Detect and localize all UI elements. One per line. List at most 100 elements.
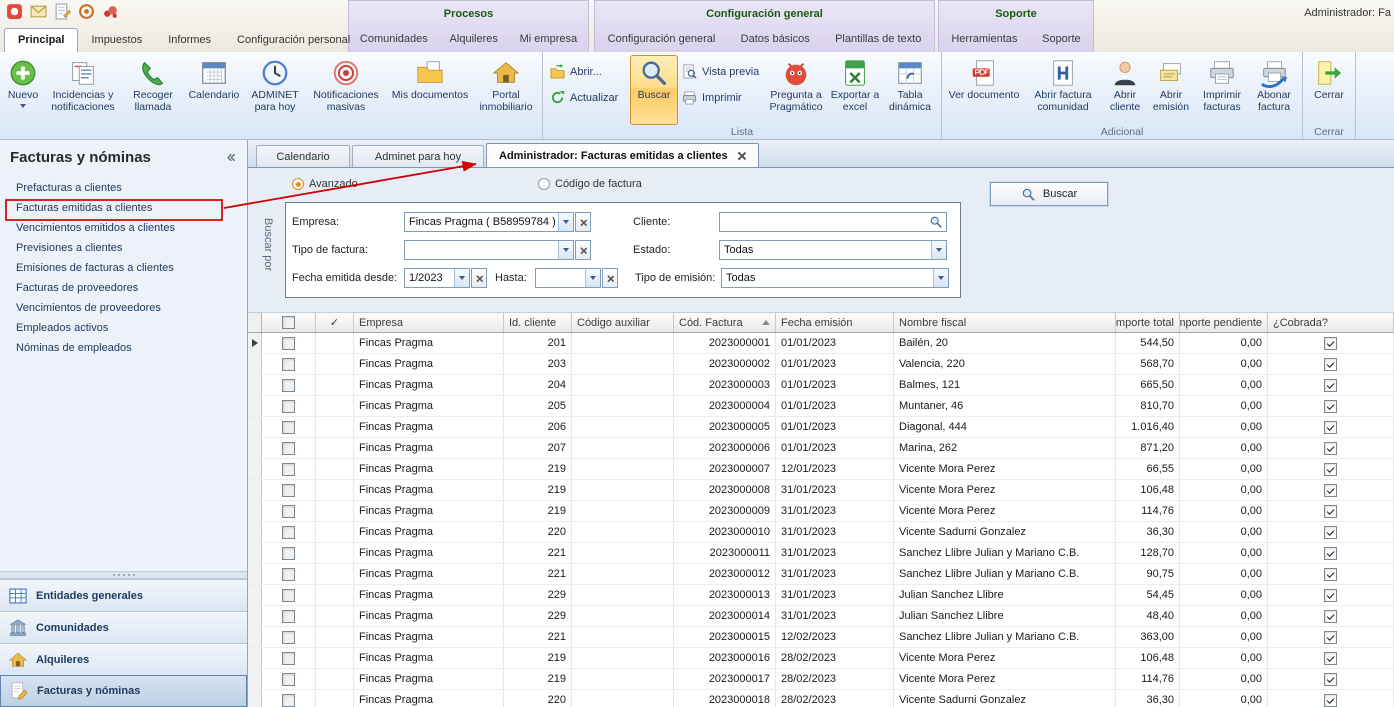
cell-cobrada[interactable] bbox=[1268, 333, 1394, 353]
column-header-empresa[interactable]: Empresa bbox=[354, 313, 504, 332]
table-row[interactable]: Fincas Pragma 229 2023000014 31/01/2023 … bbox=[248, 606, 1394, 627]
header-check-cell[interactable]: ✓ bbox=[316, 313, 354, 332]
table-row[interactable]: Fincas Pragma 221 2023000011 31/01/2023 … bbox=[248, 543, 1394, 564]
row-checkbox[interactable] bbox=[282, 547, 295, 560]
sidebar-item[interactable]: Prefacturas a clientes bbox=[16, 178, 247, 198]
select-all-checkbox[interactable] bbox=[282, 316, 295, 329]
imprimir-facturas-button[interactable]: Imprimir facturas bbox=[1195, 55, 1249, 125]
row-checkbox[interactable] bbox=[282, 610, 295, 623]
table-row[interactable]: Fincas Pragma 201 2023000001 01/01/2023 … bbox=[248, 333, 1394, 354]
cobrada-checkbox[interactable] bbox=[1324, 505, 1337, 518]
cobrada-checkbox[interactable] bbox=[1324, 463, 1337, 476]
ribbon-tab[interactable]: Mi empresa bbox=[516, 31, 581, 47]
sidebar-item[interactable]: Empleados activos bbox=[16, 318, 247, 338]
row-select-cell[interactable] bbox=[262, 417, 316, 437]
nav-comunidades[interactable]: Comunidades bbox=[0, 611, 247, 643]
cobrada-checkbox[interactable] bbox=[1324, 379, 1337, 392]
row-checkbox[interactable] bbox=[282, 673, 295, 686]
abrir-emision-button[interactable]: Abrir emisión bbox=[1147, 55, 1195, 125]
hot-alert-icon[interactable] bbox=[102, 3, 119, 20]
clear-icon[interactable] bbox=[471, 268, 487, 288]
portal-inmobiliario-button[interactable]: Portal inmobiliario bbox=[473, 55, 539, 125]
table-row[interactable]: Fincas Pragma 221 2023000015 12/02/2023 … bbox=[248, 627, 1394, 648]
column-header-nombre-fiscal[interactable]: Nombre fiscal bbox=[894, 313, 1116, 332]
column-header-importe-total[interactable]: Importe total bbox=[1116, 313, 1180, 332]
target-icon[interactable] bbox=[78, 3, 95, 20]
buscar-ribbon-button[interactable]: Buscar bbox=[630, 55, 678, 125]
table-row[interactable]: Fincas Pragma 203 2023000002 01/01/2023 … bbox=[248, 354, 1394, 375]
row-select-cell[interactable] bbox=[262, 396, 316, 416]
cell-cobrada[interactable] bbox=[1268, 585, 1394, 605]
nav-alquileres[interactable]: Alquileres bbox=[0, 643, 247, 675]
abonar-factura-button[interactable]: Abonar factura bbox=[1249, 55, 1299, 125]
dropdown-icon[interactable] bbox=[585, 269, 600, 287]
row-checkbox[interactable] bbox=[282, 421, 295, 434]
sidebar-splitter[interactable] bbox=[0, 571, 247, 579]
cobrada-checkbox[interactable] bbox=[1324, 442, 1337, 455]
row-checkbox[interactable] bbox=[282, 442, 295, 455]
cell-cobrada[interactable] bbox=[1268, 627, 1394, 647]
pregunta-pragmatico-button[interactable]: Pregunta a Pragmático bbox=[764, 55, 828, 125]
column-header-cod-factura[interactable]: Cód. Factura bbox=[674, 313, 776, 332]
sidebar-item[interactable]: Nóminas de empleados bbox=[16, 338, 247, 358]
app-logo-icon[interactable] bbox=[6, 3, 23, 20]
cell-cobrada[interactable] bbox=[1268, 417, 1394, 437]
row-select-cell[interactable] bbox=[262, 522, 316, 542]
row-checkbox[interactable] bbox=[282, 337, 295, 350]
cerrar-button[interactable]: Cerrar bbox=[1306, 55, 1352, 125]
cobrada-checkbox[interactable] bbox=[1324, 421, 1337, 434]
table-row[interactable]: Fincas Pragma 219 2023000007 12/01/2023 … bbox=[248, 459, 1394, 480]
nav-facturas-nominas[interactable]: Facturas y nóminas bbox=[0, 675, 247, 707]
row-select-cell[interactable] bbox=[262, 669, 316, 689]
hasta-combo[interactable] bbox=[535, 268, 601, 288]
nav-entidades-generales[interactable]: Entidades generales bbox=[0, 579, 247, 611]
row-checkbox[interactable] bbox=[282, 694, 295, 707]
abrir-cliente-button[interactable]: Abrir cliente bbox=[1103, 55, 1147, 125]
clear-icon[interactable] bbox=[575, 240, 591, 260]
ribbon-tab[interactable]: Comunidades bbox=[356, 31, 432, 47]
actualizar-button[interactable]: Actualizar bbox=[550, 90, 626, 105]
sidebar-item[interactable]: Vencimientos de proveedores bbox=[16, 298, 247, 318]
cobrada-checkbox[interactable] bbox=[1324, 337, 1337, 350]
cobrada-checkbox[interactable] bbox=[1324, 631, 1337, 644]
row-checkbox[interactable] bbox=[282, 505, 295, 518]
dropdown-icon[interactable] bbox=[933, 269, 948, 287]
tipo-emision-combo[interactable]: Todas bbox=[721, 268, 949, 288]
row-select-cell[interactable] bbox=[262, 627, 316, 647]
dropdown-icon[interactable] bbox=[931, 241, 946, 259]
tipo-factura-combo[interactable] bbox=[404, 240, 574, 260]
ver-documento-button[interactable]: Ver documento bbox=[945, 55, 1023, 125]
cell-cobrada[interactable] bbox=[1268, 606, 1394, 626]
note-pencil-icon[interactable] bbox=[54, 3, 71, 20]
sidebar-item[interactable]: Vencimientos emitidos a clientes bbox=[16, 218, 247, 238]
row-select-cell[interactable] bbox=[262, 438, 316, 458]
cell-cobrada[interactable] bbox=[1268, 354, 1394, 374]
cell-cobrada[interactable] bbox=[1268, 438, 1394, 458]
row-checkbox[interactable] bbox=[282, 400, 295, 413]
cobrada-checkbox[interactable] bbox=[1324, 589, 1337, 602]
row-select-cell[interactable] bbox=[262, 354, 316, 374]
dropdown-icon[interactable] bbox=[454, 269, 469, 287]
estado-combo[interactable]: Todas bbox=[719, 240, 947, 260]
row-checkbox[interactable] bbox=[282, 463, 295, 476]
ribbon-tab[interactable]: Plantillas de texto bbox=[831, 31, 925, 47]
header-select-all-cell[interactable] bbox=[262, 313, 316, 332]
cell-cobrada[interactable] bbox=[1268, 522, 1394, 542]
table-row[interactable]: Fincas Pragma 220 2023000010 31/01/2023 … bbox=[248, 522, 1394, 543]
cobrada-checkbox[interactable] bbox=[1324, 568, 1337, 581]
cliente-input[interactable] bbox=[719, 212, 947, 232]
row-checkbox[interactable] bbox=[282, 589, 295, 602]
mail-icon[interactable] bbox=[30, 3, 47, 20]
table-row[interactable]: Fincas Pragma 205 2023000004 01/01/2023 … bbox=[248, 396, 1394, 417]
tab-configuracion-personal[interactable]: Configuración personal bbox=[224, 29, 363, 52]
cell-cobrada[interactable] bbox=[1268, 375, 1394, 395]
row-select-cell[interactable] bbox=[262, 585, 316, 605]
abrir-button[interactable]: Abrir... bbox=[550, 64, 626, 79]
sidebar-item[interactable]: Facturas emitidas a clientes bbox=[16, 198, 247, 218]
clear-icon[interactable] bbox=[575, 212, 591, 232]
row-select-cell[interactable] bbox=[262, 333, 316, 353]
row-select-cell[interactable] bbox=[262, 543, 316, 563]
cobrada-checkbox[interactable] bbox=[1324, 358, 1337, 371]
cell-cobrada[interactable] bbox=[1268, 690, 1394, 707]
collapse-sidebar-icon[interactable] bbox=[221, 149, 239, 165]
